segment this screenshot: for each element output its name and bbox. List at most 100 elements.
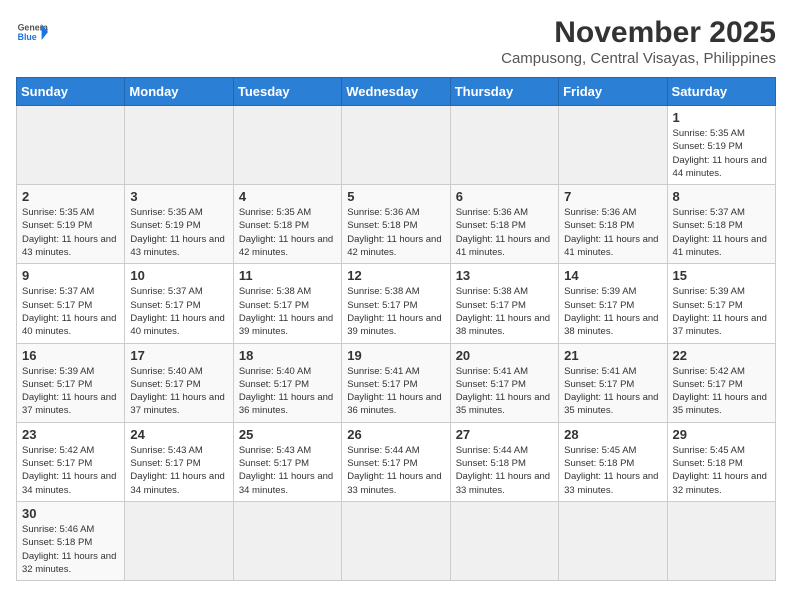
day-number: 28: [564, 427, 661, 442]
day-number: 19: [347, 348, 444, 363]
day-number: 1: [673, 110, 770, 125]
day-info: Sunrise: 5:39 AM Sunset: 5:17 PM Dayligh…: [22, 365, 119, 418]
day-cell: 25 Sunrise: 5:43 AM Sunset: 5:17 PM Dayli…: [233, 422, 341, 501]
day-number: 17: [130, 348, 227, 363]
day-cell: 6 Sunrise: 5:36 AM Sunset: 5:18 PM Daylig…: [450, 185, 558, 264]
day-cell: [667, 501, 775, 580]
day-cell: [342, 501, 450, 580]
day-info: Sunrise: 5:38 AM Sunset: 5:17 PM Dayligh…: [239, 285, 336, 338]
day-info: Sunrise: 5:46 AM Sunset: 5:18 PM Dayligh…: [22, 523, 119, 576]
header-row: SundayMondayTuesdayWednesdayThursdayFrid…: [17, 78, 776, 106]
day-info: Sunrise: 5:36 AM Sunset: 5:18 PM Dayligh…: [347, 206, 444, 259]
day-info: Sunrise: 5:44 AM Sunset: 5:17 PM Dayligh…: [347, 444, 444, 497]
day-number: 9: [22, 268, 119, 283]
day-cell: 15 Sunrise: 5:39 AM Sunset: 5:17 PM Dayli…: [667, 264, 775, 343]
week-row-1: 2Sunrise: 5:35 AM Sunset: 5:19 PM Daylig…: [17, 185, 776, 264]
day-number: 3: [130, 189, 227, 204]
day-info: Sunrise: 5:35 AM Sunset: 5:19 PM Dayligh…: [673, 127, 770, 180]
day-cell: 1 Sunrise: 5:35 AM Sunset: 5:19 PM Daylig…: [667, 106, 775, 185]
day-info: Sunrise: 5:39 AM Sunset: 5:17 PM Dayligh…: [564, 285, 661, 338]
svg-text:Blue: Blue: [18, 32, 37, 42]
col-header-saturday: Saturday: [667, 78, 775, 106]
header: General Blue November 2025 Campusong, Ce…: [16, 16, 776, 67]
day-cell: 21Sunrise: 5:41 AM Sunset: 5:17 PM Dayli…: [559, 343, 667, 422]
day-cell: [450, 106, 558, 185]
day-info: Sunrise: 5:36 AM Sunset: 5:18 PM Dayligh…: [564, 206, 661, 259]
day-number: 21: [564, 348, 661, 363]
day-number: 6: [456, 189, 553, 204]
day-info: Sunrise: 5:36 AM Sunset: 5:18 PM Dayligh…: [456, 206, 553, 259]
day-info: Sunrise: 5:42 AM Sunset: 5:17 PM Dayligh…: [673, 365, 770, 418]
day-cell: 12 Sunrise: 5:38 AM Sunset: 5:17 PM Dayli…: [342, 264, 450, 343]
day-cell: [17, 106, 125, 185]
day-number: 10: [130, 268, 227, 283]
day-number: 5: [347, 189, 444, 204]
logo-svg: General Blue: [16, 16, 48, 48]
day-info: Sunrise: 5:40 AM Sunset: 5:17 PM Dayligh…: [239, 365, 336, 418]
day-cell: 23Sunrise: 5:42 AM Sunset: 5:17 PM Dayli…: [17, 422, 125, 501]
day-number: 18: [239, 348, 336, 363]
day-cell: [559, 106, 667, 185]
day-number: 8: [673, 189, 770, 204]
day-number: 15: [673, 268, 770, 283]
subtitle: Campusong, Central Visayas, Philippines: [501, 50, 776, 67]
day-info: Sunrise: 5:44 AM Sunset: 5:18 PM Dayligh…: [456, 444, 553, 497]
day-cell: 16 Sunrise: 5:39 AM Sunset: 5:17 PM Dayli…: [17, 343, 125, 422]
day-number: 7: [564, 189, 661, 204]
day-cell: 18 Sunrise: 5:40 AM Sunset: 5:17 PM Dayli…: [233, 343, 341, 422]
day-number: 22: [673, 348, 770, 363]
day-cell: [233, 106, 341, 185]
day-number: 13: [456, 268, 553, 283]
day-number: 27: [456, 427, 553, 442]
day-number: 20: [456, 348, 553, 363]
day-number: 4: [239, 189, 336, 204]
day-cell: 8 Sunrise: 5:37 AM Sunset: 5:18 PM Daylig…: [667, 185, 775, 264]
day-cell: 4 Sunrise: 5:35 AM Sunset: 5:18 PM Daylig…: [233, 185, 341, 264]
day-cell: [342, 106, 450, 185]
day-cell: 9Sunrise: 5:37 AM Sunset: 5:17 PM Daylig…: [17, 264, 125, 343]
day-info: Sunrise: 5:38 AM Sunset: 5:17 PM Dayligh…: [456, 285, 553, 338]
day-info: Sunrise: 5:45 AM Sunset: 5:18 PM Dayligh…: [564, 444, 661, 497]
day-info: Sunrise: 5:38 AM Sunset: 5:17 PM Dayligh…: [347, 285, 444, 338]
day-number: 26: [347, 427, 444, 442]
day-cell: 20 Sunrise: 5:41 AM Sunset: 5:17 PM Dayli…: [450, 343, 558, 422]
day-number: 24: [130, 427, 227, 442]
day-cell: 26 Sunrise: 5:44 AM Sunset: 5:17 PM Dayli…: [342, 422, 450, 501]
day-number: 30: [22, 506, 119, 521]
day-number: 29: [673, 427, 770, 442]
day-info: Sunrise: 5:43 AM Sunset: 5:17 PM Dayligh…: [239, 444, 336, 497]
day-info: Sunrise: 5:39 AM Sunset: 5:17 PM Dayligh…: [673, 285, 770, 338]
day-cell: 5 Sunrise: 5:36 AM Sunset: 5:18 PM Daylig…: [342, 185, 450, 264]
day-cell: [125, 106, 233, 185]
week-row-4: 23Sunrise: 5:42 AM Sunset: 5:17 PM Dayli…: [17, 422, 776, 501]
day-number: 25: [239, 427, 336, 442]
day-number: 14: [564, 268, 661, 283]
day-info: Sunrise: 5:35 AM Sunset: 5:18 PM Dayligh…: [239, 206, 336, 259]
col-header-wednesday: Wednesday: [342, 78, 450, 106]
day-cell: 14 Sunrise: 5:39 AM Sunset: 5:17 PM Dayli…: [559, 264, 667, 343]
week-row-5: 30 Sunrise: 5:46 AM Sunset: 5:18 PM Dayli…: [17, 501, 776, 580]
day-info: Sunrise: 5:37 AM Sunset: 5:18 PM Dayligh…: [673, 206, 770, 259]
day-cell: [559, 501, 667, 580]
day-cell: 13 Sunrise: 5:38 AM Sunset: 5:17 PM Dayli…: [450, 264, 558, 343]
col-header-friday: Friday: [559, 78, 667, 106]
day-number: 11: [239, 268, 336, 283]
title-section: November 2025 Campusong, Central Visayas…: [501, 16, 776, 67]
day-cell: 17Sunrise: 5:40 AM Sunset: 5:17 PM Dayli…: [125, 343, 233, 422]
main-title: November 2025: [501, 16, 776, 50]
day-cell: [450, 501, 558, 580]
day-cell: 27 Sunrise: 5:44 AM Sunset: 5:18 PM Dayli…: [450, 422, 558, 501]
week-row-0: 1 Sunrise: 5:35 AM Sunset: 5:19 PM Daylig…: [17, 106, 776, 185]
day-info: Sunrise: 5:41 AM Sunset: 5:17 PM Dayligh…: [456, 365, 553, 418]
day-cell: 2Sunrise: 5:35 AM Sunset: 5:19 PM Daylig…: [17, 185, 125, 264]
day-number: 12: [347, 268, 444, 283]
day-info: Sunrise: 5:35 AM Sunset: 5:19 PM Dayligh…: [130, 206, 227, 259]
day-number: 23: [22, 427, 119, 442]
day-number: 16: [22, 348, 119, 363]
day-info: Sunrise: 5:45 AM Sunset: 5:18 PM Dayligh…: [673, 444, 770, 497]
day-cell: 3 Sunrise: 5:35 AM Sunset: 5:19 PM Daylig…: [125, 185, 233, 264]
day-info: Sunrise: 5:41 AM Sunset: 5:17 PM Dayligh…: [347, 365, 444, 418]
logo: General Blue: [16, 16, 48, 48]
col-header-monday: Monday: [125, 78, 233, 106]
day-info: Sunrise: 5:35 AM Sunset: 5:19 PM Dayligh…: [22, 206, 119, 259]
